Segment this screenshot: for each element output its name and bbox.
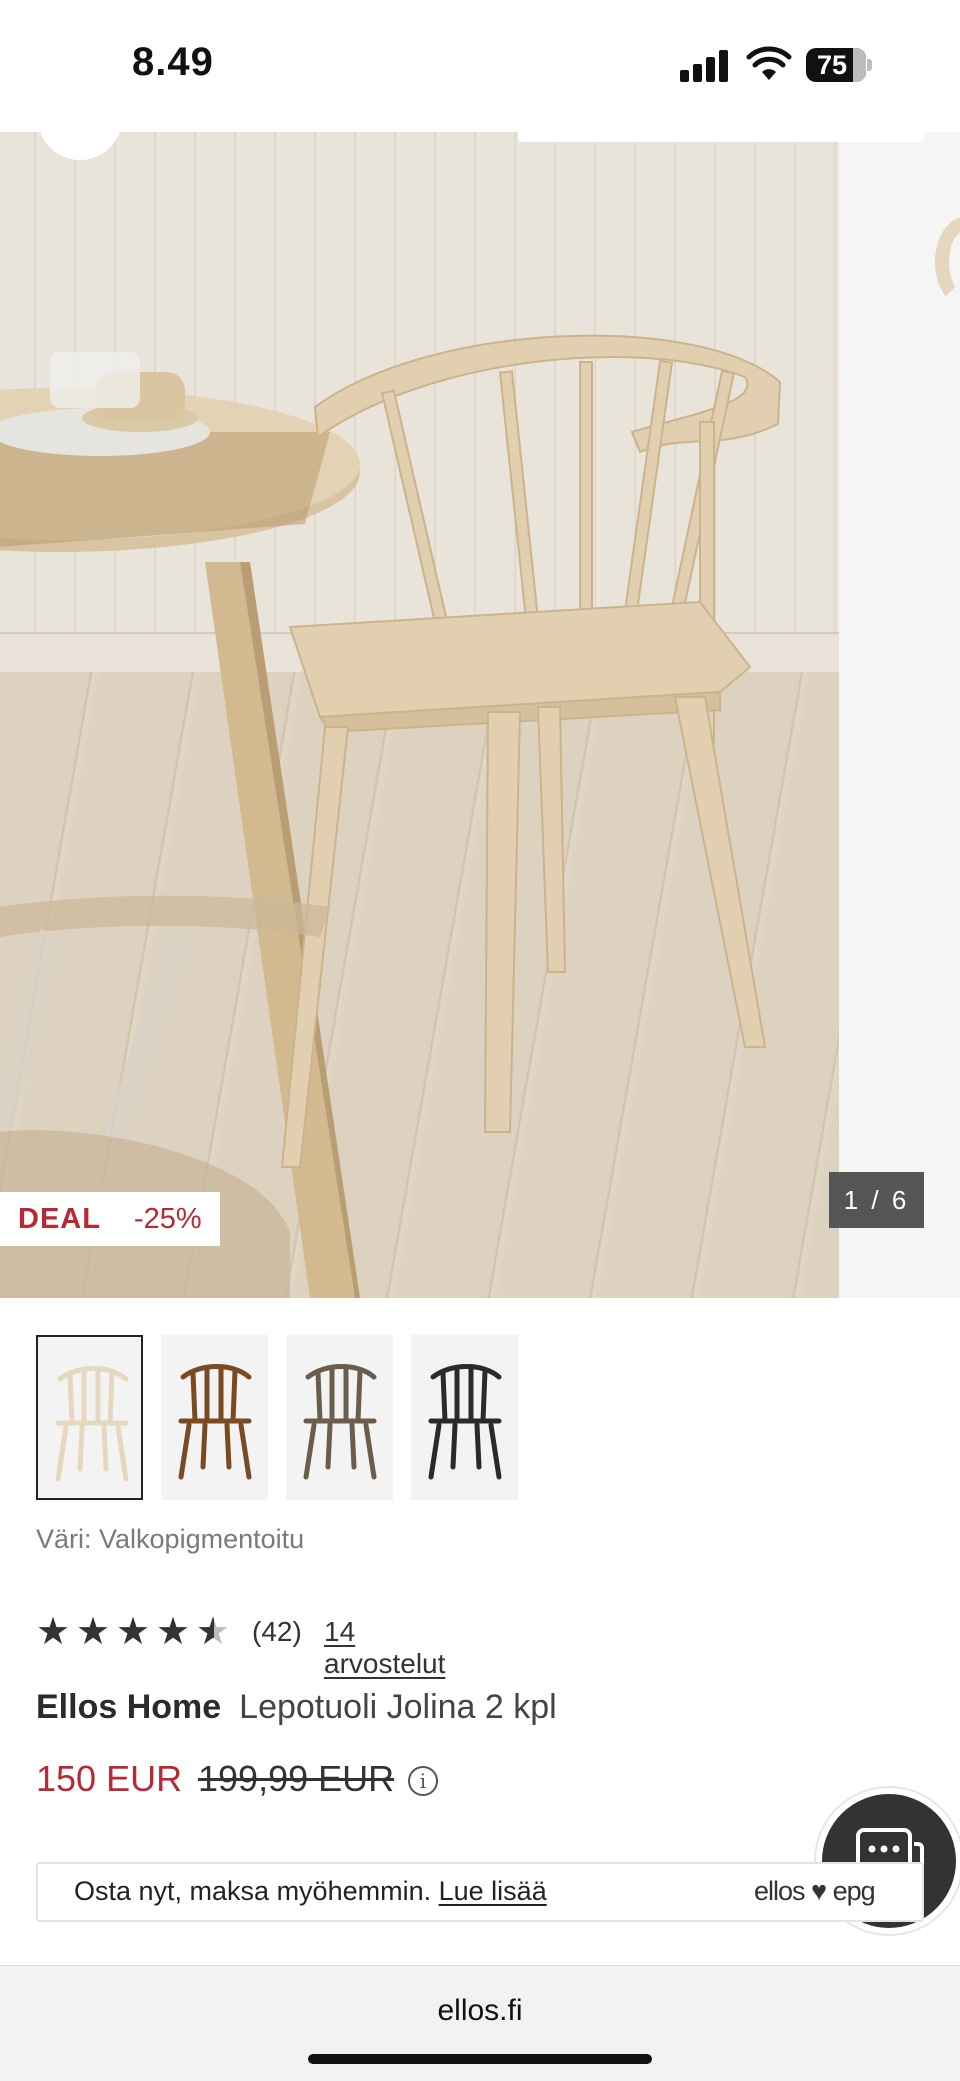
status-time: 8.49 <box>132 40 214 84</box>
product-image-gallery[interactable]: DEAL -25% 1 / 6 <box>0 132 960 1298</box>
read-more-link[interactable]: Lue lisää <box>439 1876 547 1906</box>
chair-illustration <box>0 334 782 1298</box>
current-price: 150 EUR <box>36 1758 183 1799</box>
star-icon: ★ <box>156 1611 191 1653</box>
original-price: 199,99 EUR <box>198 1758 395 1799</box>
home-indicator <box>308 2054 652 2064</box>
next-product-photo[interactable] <box>839 132 960 1298</box>
star-icon: ★ <box>76 1611 111 1653</box>
ellos-epg-logo: ellos ♥ epg <box>754 1876 876 1906</box>
thumbnail-grey-brown[interactable] <box>286 1335 393 1500</box>
deal-badge: DEAL <box>0 1192 119 1246</box>
color-label: Väri: Valkopigmentoitu <box>36 1524 305 1554</box>
status-bar: 8.49 75 <box>0 0 960 132</box>
thumbnail-black[interactable] <box>411 1335 518 1500</box>
reviews-link[interactable]: 14 arvostelut <box>324 1616 445 1680</box>
pay-later-banner: Osta nyt, maksa myöhemmin. Lue lisää ell… <box>36 1862 924 1922</box>
image-counter: 1 / 6 <box>829 1172 924 1228</box>
battery-level: 75 <box>816 50 848 80</box>
half-star-icon: ★ ★ <box>196 1611 231 1653</box>
thumbnail-brown[interactable] <box>161 1335 268 1500</box>
chair-thumbnail-icon <box>55 1366 129 1482</box>
wifi-icon <box>746 46 792 80</box>
battery-icon: 75 <box>806 48 872 82</box>
pay-later-text: Osta nyt, maksa myöhemmin. <box>74 1876 432 1906</box>
discount-badge: -25% <box>116 1192 220 1246</box>
brand-name[interactable]: Ellos Home <box>36 1688 221 1726</box>
product-name: Lepotuoli Jolina 2 kpl <box>239 1688 557 1726</box>
product-photo[interactable] <box>0 132 839 1298</box>
rating-count: (42) <box>252 1616 302 1647</box>
chair-thumbnail-icon <box>178 1364 252 1480</box>
thumbnail-white[interactable] <box>36 1335 143 1500</box>
product-title: Ellos Home Lepotuoli Jolina 2 kpl <box>36 1688 557 1727</box>
chair-thumbnail-icon <box>303 1364 377 1480</box>
star-icon: ★ <box>36 1611 71 1653</box>
cellular-signal-icon <box>680 50 732 82</box>
browser-address-bar[interactable]: ellos.fi <box>0 1965 960 2081</box>
info-icon[interactable]: i <box>408 1766 438 1796</box>
chair-thumbnail-icon <box>428 1364 502 1480</box>
star-icon: ★ <box>116 1611 151 1653</box>
url-text[interactable]: ellos.fi <box>0 1994 960 2028</box>
